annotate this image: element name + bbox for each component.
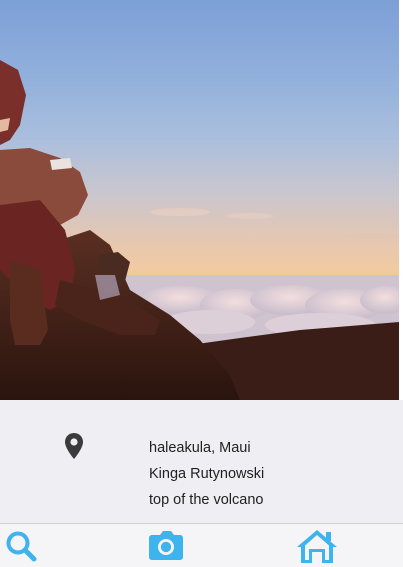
location-text: haleakula, Maui bbox=[149, 440, 251, 456]
bottom-tab-bar bbox=[0, 523, 403, 567]
home-tab[interactable] bbox=[296, 528, 338, 564]
camera-icon bbox=[149, 531, 183, 560]
map-pin-icon bbox=[63, 432, 85, 460]
author-text: Kinga Rutynowski bbox=[149, 466, 265, 482]
camera-tab[interactable] bbox=[148, 528, 184, 564]
app-screen: haleakula, Maui Kinga Rutynowski top of … bbox=[0, 0, 403, 567]
photo-edge bbox=[399, 0, 403, 400]
photo-image bbox=[0, 60, 399, 400]
search-tab[interactable] bbox=[4, 528, 38, 564]
search-icon bbox=[6, 531, 37, 562]
photo-details-panel: haleakula, Maui Kinga Rutynowski top of … bbox=[0, 400, 403, 523]
photo[interactable] bbox=[0, 0, 399, 400]
home-icon bbox=[297, 530, 337, 563]
caption-text: top of the volcano bbox=[149, 492, 264, 508]
